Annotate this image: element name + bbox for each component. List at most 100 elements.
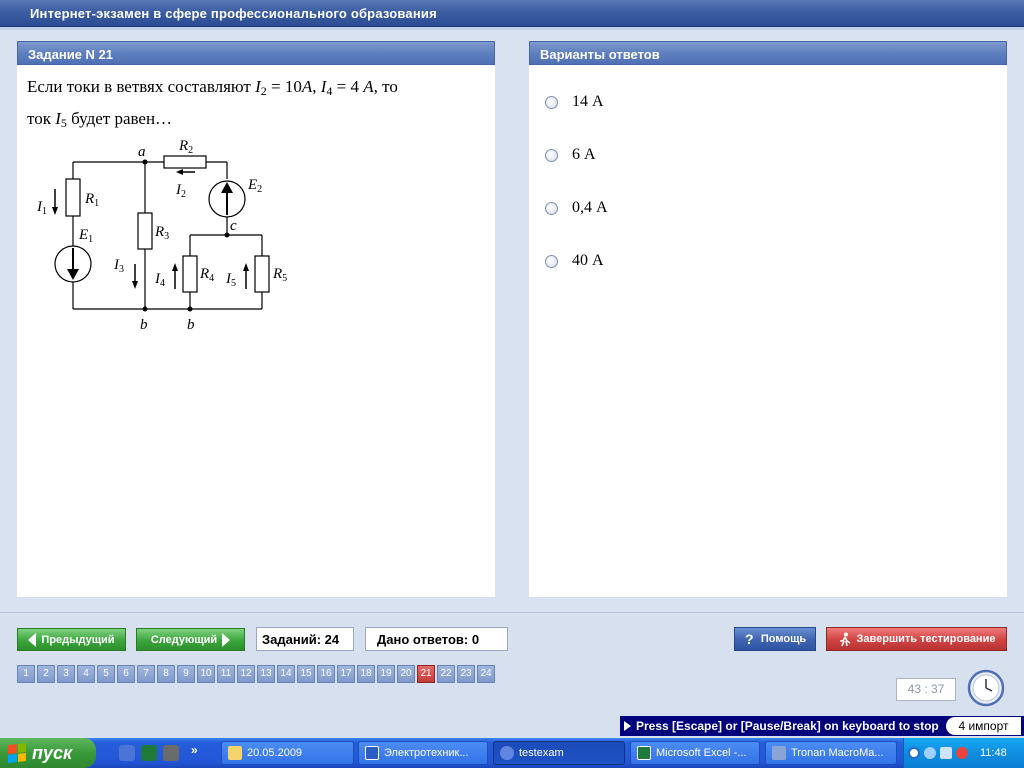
label-r3: R3 [154,224,169,242]
question-mark-icon: ? [745,632,754,646]
question-nav-item[interactable]: 1 [17,665,35,683]
source-e2 [208,180,246,218]
label-node-c: c [230,218,237,234]
start-button[interactable]: пуск [0,738,96,768]
question-nav-item[interactable]: 7 [137,665,155,683]
label-i5: I5 [225,271,236,289]
resistor-r3 [137,212,153,250]
question-nav-item[interactable]: 9 [177,665,195,683]
finish-test-button[interactable]: Завершить тестирование [826,627,1007,651]
resistor-r1 [65,178,81,217]
radio-button[interactable] [545,201,558,215]
chevron-right-icon[interactable]: » [191,743,198,757]
question-nav-item[interactable]: 19 [377,665,395,683]
label-r5: R5 [272,266,287,284]
folder-icon [228,746,242,760]
question-nav-item[interactable]: 24 [477,665,495,683]
label-i4: I4 [154,271,165,289]
node-b-left [142,306,148,312]
question-nav-item[interactable]: 17 [337,665,355,683]
taskbar-item-word[interactable]: Электротехник... [358,741,488,765]
question-text: Если токи в ветвях составляют I2 = 10A, … [27,77,398,130]
resistor-r5 [254,255,270,293]
answers-panel: Варианты ответов 14 А 6 А 0,4 А 40 А [529,41,1007,597]
next-button[interactable]: Следующий [136,628,245,651]
app-title: Интернет-экзамен в сфере профессионально… [30,6,437,21]
timer: 43 : 37 [896,678,956,701]
question-nav-item[interactable]: 4 [77,665,95,683]
source-e1 [54,245,92,283]
question-nav-item[interactable]: 18 [357,665,375,683]
macro-play-icon [772,746,786,760]
label-i3: I3 [113,257,124,275]
question-nav-item[interactable]: 10 [197,665,215,683]
node-b-right [187,306,193,312]
task-header: Задание N 21 [17,41,495,65]
app-title-bar: Интернет-экзамен в сфере профессионально… [0,0,1024,27]
svg-text:?: ? [745,632,754,646]
title-divider [0,27,1024,30]
task-number: Задание N 21 [28,47,114,62]
excel-icon [637,746,651,760]
quicklaunch-bmp-icon[interactable] [163,745,179,761]
quicklaunch-excel-icon[interactable] [141,745,157,761]
answer-label: 6 А [572,146,596,163]
label-e1: E1 [78,227,93,245]
question-nav-item[interactable]: 13 [257,665,275,683]
question-nav-item[interactable]: 12 [237,665,255,683]
answers-header: Варианты ответов [529,41,1007,65]
answer-option-3[interactable]: 0,4 А [545,197,608,219]
tray-media-icon[interactable] [924,747,936,759]
label-i1: I1 [37,199,47,217]
resistor-r2 [163,155,207,169]
macro-badge: 4 импорт [946,717,1021,735]
answer-label: 0,4 А [572,199,608,216]
circuit-diagram: a b b c R1 R2 R3 R4 R5 E1 E2 I1 I2 I3 I4… [37,139,287,333]
system-tray: 11:48 [903,738,1024,768]
taskbar-item-testexam[interactable]: testexam [493,741,625,765]
running-man-icon [839,632,850,646]
windows-logo-icon [8,743,26,763]
question-nav-item[interactable]: 11 [217,665,235,683]
question-nav-item[interactable]: 3 [57,665,75,683]
question-nav-item[interactable]: 8 [157,665,175,683]
question-nav-item[interactable]: 15 [297,665,315,683]
tray-antivirus-icon[interactable] [956,747,968,759]
tray-network-icon[interactable] [940,747,952,759]
word-doc-icon [365,746,379,760]
taskbar-item-macro[interactable]: Tronan MacroMa... [765,741,897,765]
play-icon [624,721,631,731]
app-icon [500,746,514,760]
question-nav-item[interactable]: 6 [117,665,135,683]
label-node-a: a [138,144,146,160]
taskbar-item-excel[interactable]: Microsoft Excel -... [630,741,760,765]
answer-option-4[interactable]: 40 А [545,250,604,272]
question-nav-item[interactable]: 22 [437,665,455,683]
answer-option-1[interactable]: 14 А [545,91,604,113]
question-nav-item[interactable]: 21 [417,665,435,683]
taskbar-item-folder[interactable]: 20.05.2009 [221,741,354,765]
radio-button[interactable] [545,95,558,109]
tray-clock[interactable]: 11:48 [980,747,1007,759]
question-nav-item[interactable]: 16 [317,665,335,683]
question-nav-item[interactable]: 23 [457,665,475,683]
tray-expand-icon[interactable] [908,747,920,759]
node-a [142,159,148,165]
node-c [224,232,230,238]
radio-button[interactable] [545,148,558,162]
question-nav-item[interactable]: 20 [397,665,415,683]
resistor-r4 [182,255,198,293]
arrow-left-icon [28,632,37,647]
help-button[interactable]: ? Помощь [734,627,816,651]
question-nav-item[interactable]: 5 [97,665,115,683]
label-r2: R2 [178,139,193,156]
question-nav-item[interactable]: 14 [277,665,295,683]
answer-option-2[interactable]: 6 А [545,144,596,166]
label-e2: E2 [247,177,262,195]
radio-button[interactable] [545,254,558,268]
quicklaunch-browser-icon[interactable] [119,745,135,761]
label-node-b-left: b [140,317,148,333]
question-nav-item[interactable]: 2 [37,665,55,683]
label-i2: I2 [175,182,186,200]
prev-button[interactable]: Предыдущий [17,628,126,651]
